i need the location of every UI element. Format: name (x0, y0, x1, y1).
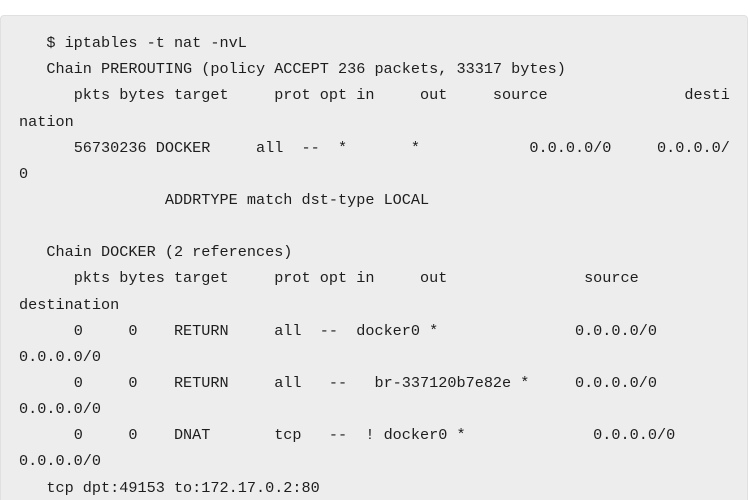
terminal-output: $ iptables -t nat -nvL Chain PREROUTING … (0, 15, 748, 500)
code-content: $ iptables -t nat -nvL Chain PREROUTING … (19, 34, 748, 500)
